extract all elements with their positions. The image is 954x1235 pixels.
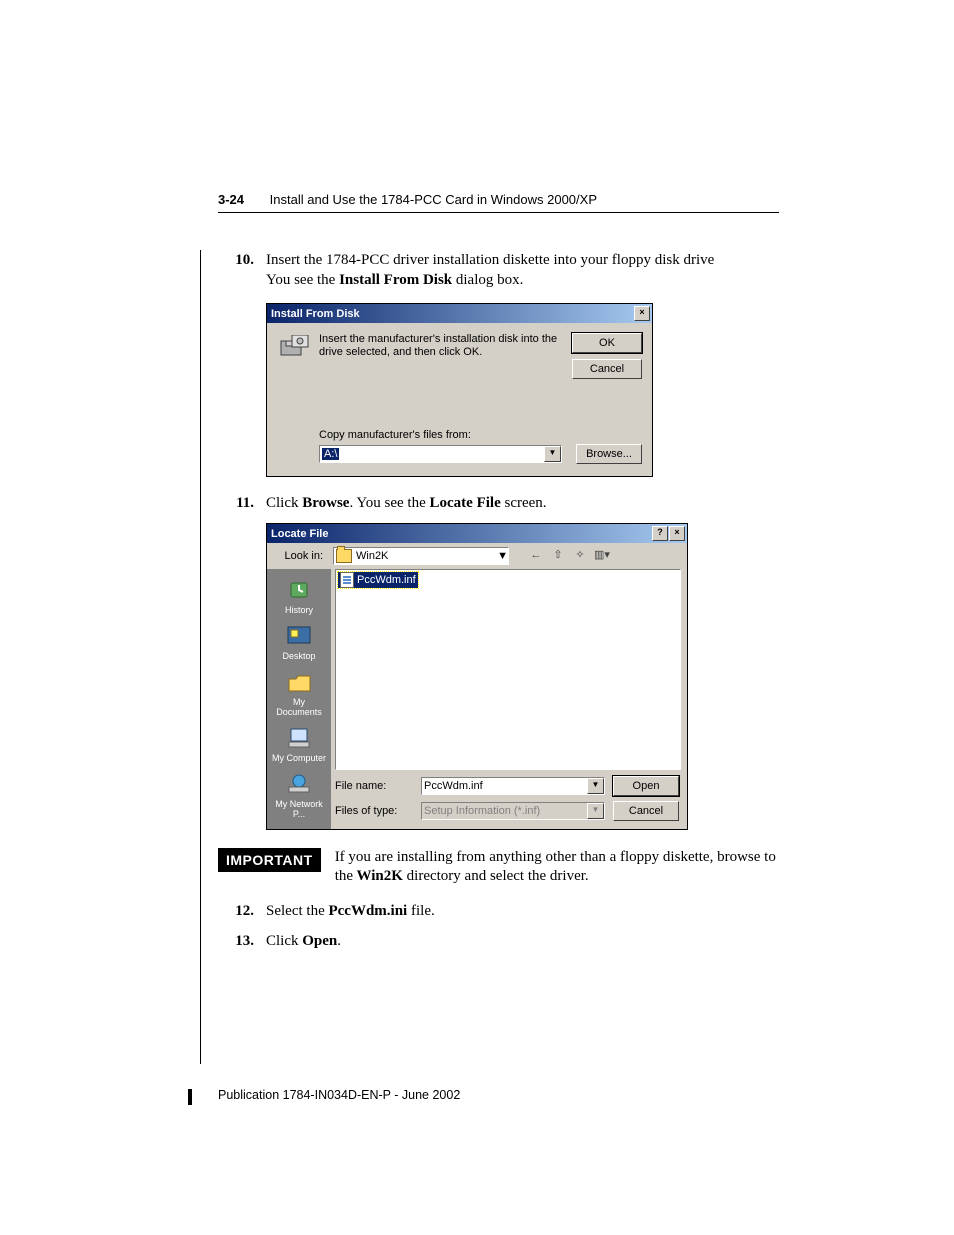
filetype-label: Files of type:: [335, 805, 413, 817]
page-number: 3-24: [218, 192, 244, 207]
running-header: 3-24 Install and Use the 1784-PCC Card i…: [218, 192, 779, 207]
dialog-title: Locate File: [271, 528, 328, 540]
cancel-button[interactable]: Cancel: [572, 359, 642, 379]
places-bar: History Desktop My Documents: [267, 569, 331, 829]
diskette-icon: [277, 333, 313, 379]
place-mydocs[interactable]: My Documents: [270, 667, 328, 721]
step-12: 12. Select the PccWdm.ini file.: [266, 901, 779, 921]
mycomputer-icon: [283, 725, 315, 751]
browse-button[interactable]: Browse...: [576, 444, 642, 464]
footer-publication: Publication 1784-IN034D-EN-P - June 2002: [218, 1088, 460, 1102]
filename-label: File name:: [335, 780, 413, 792]
step-number: 11.: [218, 493, 254, 513]
step-list: 11. Click Browse. You see the Locate Fil…: [218, 493, 779, 513]
step-number: 12.: [218, 901, 254, 921]
close-icon[interactable]: ×: [669, 526, 685, 541]
lookin-value: Win2K: [356, 550, 388, 562]
place-mycomputer[interactable]: My Computer: [270, 723, 328, 767]
mynetwork-icon: [283, 771, 315, 797]
chevron-down-icon[interactable]: ▼: [497, 550, 508, 562]
list-item[interactable]: PccWdm.inf: [338, 572, 418, 588]
step-13: 13. Click Open.: [266, 931, 779, 951]
chapter-title: Install and Use the 1784-PCC Card in Win…: [270, 192, 597, 207]
step-10: 10. Insert the 1784-PCC driver installat…: [266, 250, 779, 291]
important-text: If you are installing from anything othe…: [335, 848, 779, 887]
install-from-disk-dialog: Install From Disk × Insert the manufactu…: [266, 303, 653, 477]
step-text: Insert the 1784-PCC driver installation …: [266, 252, 714, 268]
cancel-button[interactable]: Cancel: [613, 801, 679, 821]
filename-input[interactable]: PccWdm.inf ▼: [421, 777, 605, 795]
margin-rule: [200, 250, 201, 1064]
folder-icon: [336, 549, 352, 563]
mydocs-icon: [283, 669, 315, 695]
new-folder-icon[interactable]: ✧: [571, 547, 589, 565]
dialog-message: Insert the manufacturer's installation d…: [313, 333, 572, 379]
important-callout: IMPORTANT If you are installing from any…: [218, 848, 779, 887]
copy-from-value: A:\: [322, 448, 339, 460]
up-folder-icon[interactable]: ⇧: [549, 547, 567, 565]
dialog-titlebar[interactable]: Locate File ? ×: [267, 524, 687, 543]
copy-from-label: Copy manufacturer's files from:: [319, 429, 642, 441]
desktop-icon: [283, 623, 315, 649]
locate-file-dialog: Locate File ? × Look in: Win2K ▼ ← ⇧ ✧ ▥…: [266, 523, 688, 830]
important-tag: IMPORTANT: [218, 848, 321, 872]
step-list: 10. Insert the 1784-PCC driver installat…: [218, 250, 779, 291]
place-mynetwork[interactable]: My Network P...: [270, 769, 328, 823]
copy-from-input[interactable]: A:\ ▼: [319, 445, 562, 463]
place-history[interactable]: History: [270, 575, 328, 619]
inf-file-icon: [340, 572, 354, 588]
lookin-label: Look in:: [267, 550, 329, 562]
help-icon[interactable]: ?: [652, 526, 668, 541]
history-icon: [283, 577, 315, 603]
views-icon[interactable]: ▥▾: [593, 547, 611, 565]
chevron-down-icon[interactable]: ▼: [587, 778, 604, 794]
step-11: 11. Click Browse. You see the Locate Fil…: [266, 493, 779, 513]
header-rule: [218, 212, 779, 213]
chevron-down-icon[interactable]: ▼: [544, 446, 561, 462]
ok-button[interactable]: OK: [572, 333, 642, 353]
filetype-value: Setup Information (*.inf): [424, 805, 540, 817]
lookin-toolbar: Look in: Win2K ▼ ← ⇧ ✧ ▥▾: [267, 543, 687, 569]
step-number: 13.: [218, 931, 254, 951]
revision-bar: [188, 1089, 192, 1105]
place-desktop[interactable]: Desktop: [270, 621, 328, 665]
step-text: You see the Install From Disk dialog box…: [266, 272, 523, 288]
page: 3-24 Install and Use the 1784-PCC Card i…: [0, 0, 954, 1235]
file-list[interactable]: PccWdm.inf: [335, 569, 681, 770]
back-icon[interactable]: ←: [527, 547, 545, 565]
filename-value: PccWdm.inf: [424, 780, 483, 792]
content: 10. Insert the 1784-PCC driver installat…: [218, 250, 779, 961]
close-icon[interactable]: ×: [634, 306, 650, 321]
chevron-down-icon[interactable]: ▼: [587, 803, 604, 819]
file-name: PccWdm.inf: [357, 574, 416, 586]
step-list: 12. Select the PccWdm.ini file. 13. Clic…: [218, 901, 779, 952]
open-button[interactable]: Open: [613, 776, 679, 796]
filetype-input[interactable]: Setup Information (*.inf) ▼: [421, 802, 605, 820]
dialog-title: Install From Disk: [271, 308, 360, 320]
dialog-titlebar[interactable]: Install From Disk ×: [267, 304, 652, 323]
step-number: 10.: [218, 250, 254, 270]
lookin-combo[interactable]: Win2K ▼: [333, 547, 509, 565]
